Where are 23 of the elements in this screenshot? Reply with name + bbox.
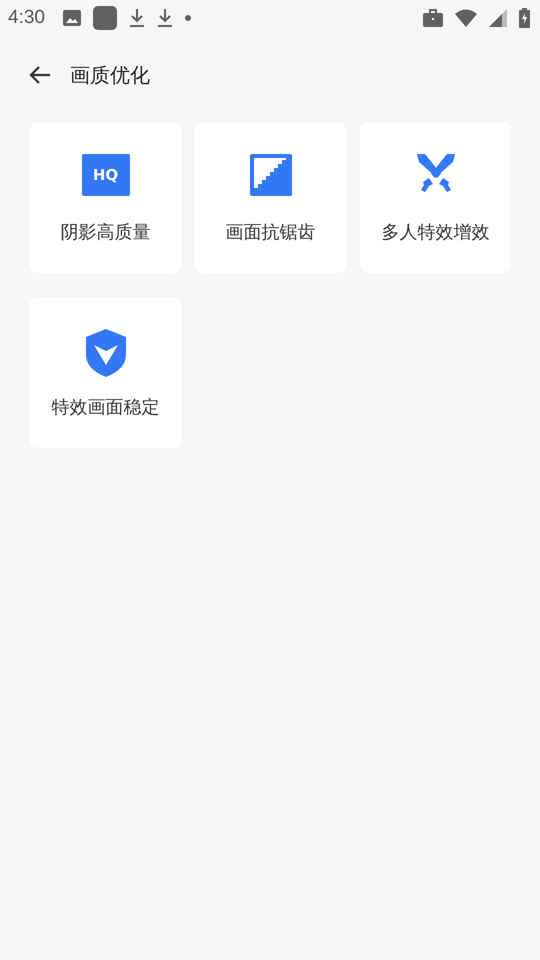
hq-icon: HQ [82, 154, 130, 196]
wifi-icon [455, 9, 477, 27]
option-card[interactable]: 多人特效增效 [360, 122, 511, 273]
option-card[interactable]: 特效画面稳定 [30, 297, 181, 448]
option-label: 阴影高质量 [60, 221, 150, 244]
option-card[interactable]: 画面抗锯齿 [195, 122, 346, 273]
dot-icon [184, 15, 191, 21]
staircase-icon [250, 154, 292, 196]
page-title: 画质优化 [70, 62, 150, 88]
battery-icon [519, 8, 530, 28]
briefcase-icon [423, 9, 443, 27]
back-arrow-icon[interactable] [28, 65, 52, 85]
option-label: 多人特效增效 [382, 221, 490, 244]
option-card[interactable]: HQ 阴影高质量 [30, 122, 181, 273]
option-label: 画面抗锯齿 [226, 221, 316, 244]
shield-icon [86, 329, 126, 377]
signal-icon [489, 9, 507, 27]
image-icon [62, 10, 81, 26]
download-icon [128, 8, 145, 28]
option-label: 特效画面稳定 [52, 396, 160, 419]
status-time: 4:30 [8, 7, 45, 29]
app-icon [92, 6, 117, 30]
download-icon [156, 8, 173, 28]
